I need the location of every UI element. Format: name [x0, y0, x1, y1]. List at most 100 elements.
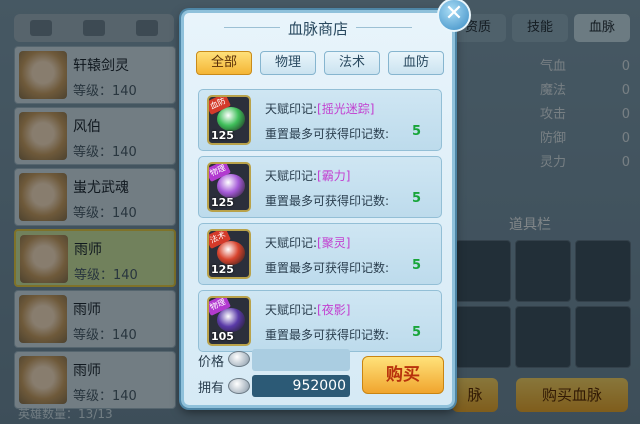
- shop-item[interactable]: 法术 125 天赋印记:[聚灵] 重置最多可获得印记数: 5: [198, 223, 442, 285]
- item-prefix: 天赋印记:: [265, 303, 318, 317]
- talent-mark-icon: 血防 125: [207, 95, 251, 145]
- hero-level: 等级：140: [73, 84, 137, 99]
- tab-bloodline: 血脉: [574, 14, 630, 42]
- gem-icon: [217, 107, 245, 131]
- tab-magic[interactable]: 法术: [324, 51, 380, 75]
- price-value: [252, 349, 350, 371]
- gem-icon: [217, 174, 245, 198]
- stat-row: 气血 0: [540, 55, 630, 79]
- item-prefix: 天赋印记:: [265, 102, 318, 116]
- stat-label: 气血: [540, 59, 567, 74]
- item-level: 125: [211, 196, 234, 209]
- talent-mark-icon: 法术 125: [207, 229, 251, 279]
- stats-panel: 气血 0 魔法 0 攻击 0 防御 0 灵力 0: [540, 55, 630, 175]
- hero-level: 等级：140: [73, 328, 137, 343]
- item-name: 天赋印记:[夜影]: [265, 301, 350, 318]
- hero-name: 蚩尤武魂: [73, 180, 129, 196]
- stat-value: 0: [621, 131, 630, 146]
- buy-bloodline-button: 购买血脉: [516, 378, 628, 412]
- price-label: 价格: [198, 355, 225, 370]
- tab-blood-defense[interactable]: 血防: [388, 51, 444, 75]
- hero-portrait: [19, 295, 67, 343]
- bag-grid: [455, 240, 635, 368]
- item-count: 5: [411, 325, 421, 340]
- item-level: 125: [211, 263, 234, 276]
- item-description: 重置最多可获得印记数:: [265, 127, 390, 141]
- item-name: 天赋印记:[聚灵]: [265, 234, 350, 251]
- tab-skills: 技能: [512, 14, 568, 42]
- owned-currency: 952000: [252, 375, 350, 397]
- hero-item: 风伯 等级：140: [14, 107, 176, 165]
- stat-value: 0: [621, 59, 630, 74]
- item-name: 天赋印记:[摇光迷踪]: [265, 100, 374, 117]
- shop-item[interactable]: 血防 125 天赋印记:[摇光迷踪] 重置最多可获得印记数: 5: [198, 89, 442, 151]
- dialog-title: 血脉商店: [287, 20, 348, 38]
- hero-level: 等级：140: [73, 206, 137, 221]
- bag-slot: [515, 240, 571, 302]
- silver-coin-icon: [228, 351, 250, 367]
- item-count: 5: [411, 124, 421, 139]
- item-count: 5: [411, 191, 421, 206]
- item-prefix: 天赋印记:: [265, 236, 318, 250]
- gem-icon: [217, 308, 245, 332]
- gem-icon: [217, 241, 245, 265]
- stat-label: 灵力: [540, 155, 567, 170]
- hero-level: 等级：140: [74, 268, 138, 283]
- hero-portrait: [19, 112, 67, 160]
- hero-name: 雨师: [73, 302, 101, 318]
- item-title: [聚灵]: [317, 236, 351, 250]
- bag-slot: [515, 306, 571, 368]
- silver-coin-icon: [228, 378, 250, 394]
- hero-level: 等级：140: [73, 145, 137, 160]
- hero-level: 等级：140: [73, 389, 137, 404]
- stat-value: 0: [621, 155, 630, 170]
- item-prefix: 天赋印记:: [265, 169, 318, 183]
- buy-button[interactable]: 购买: [362, 356, 444, 394]
- hero-item: 轩辕剑灵 等级：140: [14, 46, 176, 104]
- stat-value: 0: [621, 83, 630, 98]
- hero-portrait: [19, 51, 67, 99]
- item-title: [夜影]: [317, 303, 351, 317]
- tab-physical[interactable]: 物理: [260, 51, 316, 75]
- item-title: [摇光迷踪]: [317, 102, 375, 116]
- talent-mark-icon: 物理 105: [207, 296, 251, 346]
- stat-label: 魔法: [540, 83, 567, 98]
- hero-portrait: [20, 235, 68, 283]
- bag-slot: [575, 240, 631, 302]
- item-name: 天赋印记:[霸力]: [265, 167, 350, 184]
- item-level: 125: [211, 129, 234, 142]
- hero-item: 蚩尤武魂 等级：140: [14, 168, 176, 226]
- hero-list: 轩辕剑灵 等级：140 风伯 等级：140 蚩尤武魂 等级：140 雨师 等级：…: [14, 46, 176, 412]
- shop-item-list: 血防 125 天赋印记:[摇光迷踪] 重置最多可获得印记数: 5 物理 125 …: [198, 89, 442, 357]
- hero-name: 雨师: [73, 363, 101, 379]
- bloodline-shop-dialog: 血脉商店 全部 物理 法术 血防 血防 125 天赋印记:[摇光迷踪] 重置最多…: [181, 10, 455, 408]
- hero-name: 雨师: [74, 242, 102, 258]
- filter-icon: [82, 20, 105, 36]
- item-count: 5: [411, 258, 421, 273]
- filter-icon: [29, 20, 52, 36]
- stat-row: 灵力 0: [540, 151, 630, 175]
- shop-tabs: 全部 物理 法术 血防: [196, 51, 444, 75]
- item-description: 重置最多可获得印记数:: [265, 194, 390, 208]
- hero-count: 英雄数量：13/13: [18, 407, 113, 421]
- own-label: 拥有: [198, 381, 225, 396]
- item-description: 重置最多可获得印记数:: [265, 328, 390, 342]
- search-icon: [136, 20, 159, 36]
- stat-value: 0: [621, 107, 630, 122]
- talent-mark-icon: 物理 125: [207, 162, 251, 212]
- stat-row: 攻击 0: [540, 103, 630, 127]
- hero-item-selected: 雨师 等级：140: [14, 229, 176, 287]
- hero-portrait: [19, 356, 67, 404]
- shop-item[interactable]: 物理 125 天赋印记:[霸力] 重置最多可获得印记数: 5: [198, 156, 442, 218]
- detail-tabs: 资质 技能 血脉: [450, 14, 630, 42]
- item-description: 重置最多可获得印记数:: [265, 261, 390, 275]
- bag-slot: [575, 306, 631, 368]
- tab-all[interactable]: 全部: [196, 51, 252, 75]
- hero-portrait: [19, 173, 67, 221]
- hero-item: 雨师 等级：140: [14, 351, 176, 409]
- stat-row: 魔法 0: [540, 79, 630, 103]
- item-level: 105: [211, 330, 234, 343]
- shop-item[interactable]: 物理 105 天赋印记:[夜影] 重置最多可获得印记数: 5: [198, 290, 442, 352]
- hero-name: 轩辕剑灵: [73, 58, 129, 74]
- bag-slot: [455, 306, 511, 368]
